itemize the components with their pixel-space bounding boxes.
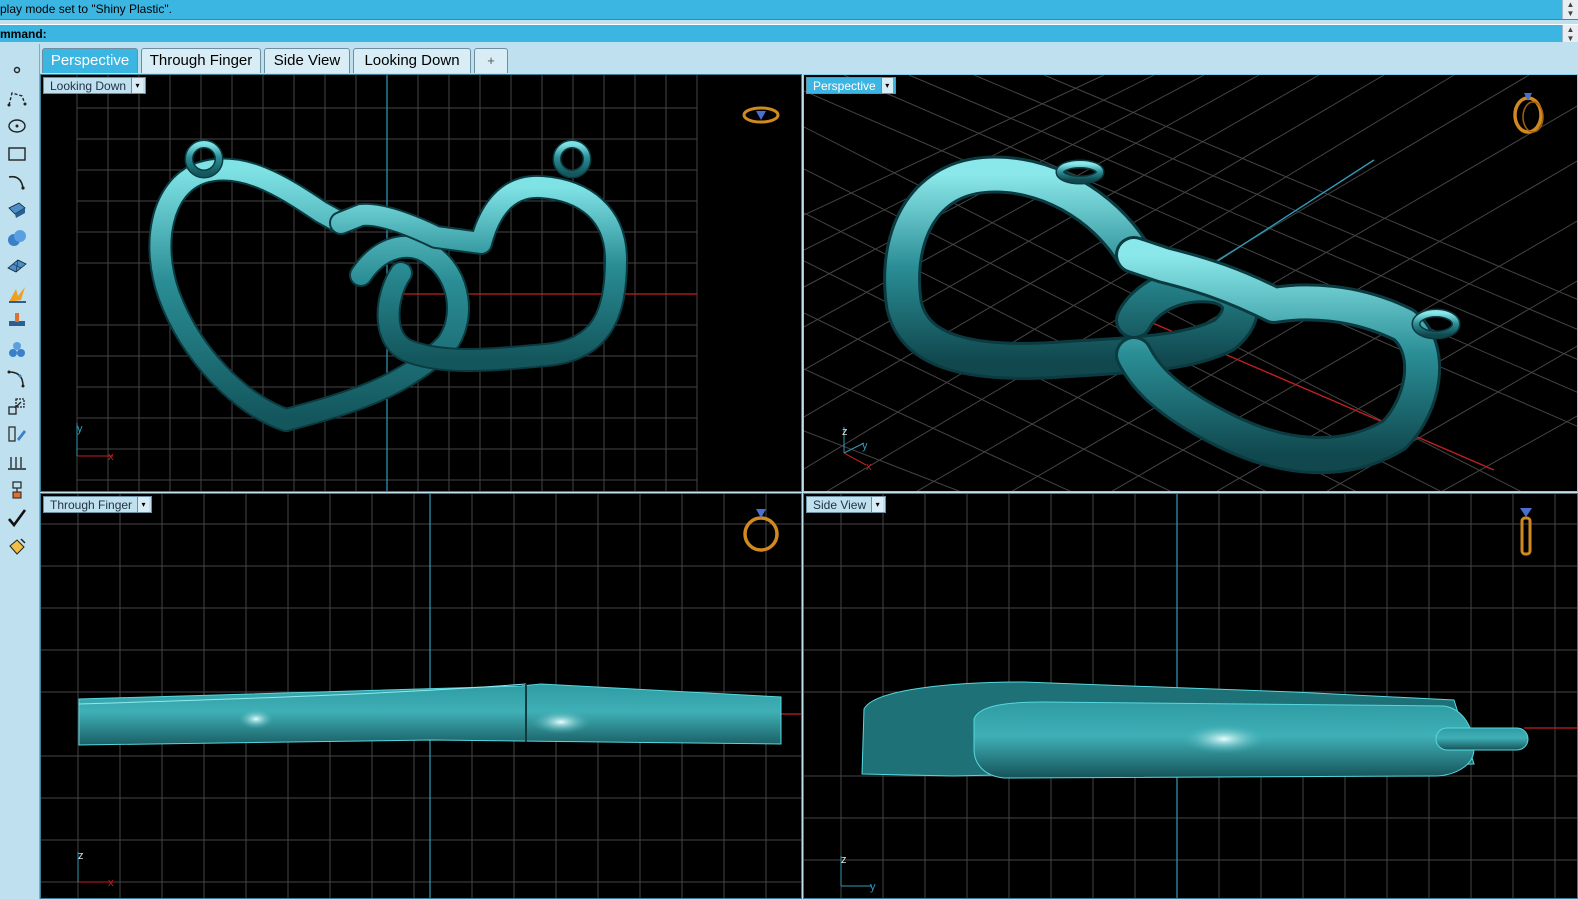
render-bucket-icon[interactable] bbox=[4, 534, 30, 558]
light-burst-icon[interactable] bbox=[4, 282, 30, 306]
axis-y-label: y bbox=[77, 423, 83, 435]
bend-icon[interactable] bbox=[4, 366, 30, 390]
command-prompt[interactable]: mmand: ▲ ▼ bbox=[0, 24, 1578, 42]
viewport-dropdown-icon[interactable]: ▾ bbox=[880, 78, 893, 93]
viewport-tabstrip: Perspective Through Finger Side View Loo… bbox=[40, 44, 1578, 74]
viewport-through-finger[interactable]: z x Through Finger ▾ bbox=[40, 493, 802, 899]
add-tab-button[interactable]: + bbox=[474, 48, 508, 73]
side-view-canvas: z y bbox=[804, 494, 1577, 898]
axis-y-label: y bbox=[870, 881, 876, 893]
prompt-scrollbar[interactable]: ▲ ▼ bbox=[1562, 25, 1578, 42]
gumball-icon[interactable] bbox=[4, 478, 30, 502]
circle-icon[interactable] bbox=[4, 114, 30, 138]
viewport-dropdown-icon[interactable]: ▾ bbox=[131, 78, 144, 93]
heart-pendant-side-view bbox=[861, 681, 1529, 779]
through-finger-canvas: z x bbox=[41, 494, 801, 898]
looking-down-canvas: y x bbox=[76, 75, 780, 491]
rhino-matrix-window: play mode set to "Shiny Plastic". ▲ ▼ mma… bbox=[0, 0, 1578, 899]
viewport-label-perspective[interactable]: Perspective ▾ bbox=[806, 77, 896, 94]
axis-z-label: z bbox=[841, 854, 847, 866]
command-history-text: play mode set to "Shiny Plastic". bbox=[0, 2, 172, 16]
perspective-canvas: z y x bbox=[804, 75, 1577, 491]
viewport-perspective[interactable]: z y x Perspective ▾ bbox=[803, 74, 1578, 492]
tab-looking-down[interactable]: Looking Down bbox=[353, 48, 471, 73]
tab-side-view[interactable]: Side View bbox=[264, 48, 350, 73]
axis-x-label: x bbox=[108, 451, 114, 463]
group-spheres-icon[interactable] bbox=[4, 338, 30, 362]
rectangle-icon[interactable] bbox=[4, 142, 30, 166]
axis-y-label: y bbox=[862, 440, 868, 452]
axis-x-label: x bbox=[108, 877, 114, 889]
viewport-dropdown-icon[interactable]: ▾ bbox=[871, 497, 884, 512]
left-toolbar bbox=[0, 44, 40, 899]
history-scrollbar[interactable]: ▲ ▼ bbox=[1562, 0, 1578, 19]
viewport-label-looking-down[interactable]: Looking Down ▾ bbox=[43, 77, 147, 94]
viewport-label-text: Perspective bbox=[813, 79, 876, 93]
viewport-label-side-view[interactable]: Side View ▾ bbox=[806, 496, 887, 513]
axis-z-label: z bbox=[842, 426, 848, 438]
ring-top-icon[interactable] bbox=[742, 106, 780, 124]
heart-pendant-top-view bbox=[148, 139, 628, 432]
ring-3d-icon[interactable] bbox=[1513, 93, 1544, 134]
array-icon[interactable] bbox=[4, 450, 30, 474]
viewport-label-text: Side View bbox=[813, 498, 867, 512]
viewport-dropdown-icon[interactable]: ▾ bbox=[137, 497, 150, 512]
tab-perspective[interactable]: Perspective bbox=[42, 48, 138, 73]
polyline-icon[interactable] bbox=[4, 86, 30, 110]
command-prompt-label: mmand: bbox=[0, 27, 47, 41]
axis-x-label: x bbox=[866, 461, 872, 473]
dimension-icon[interactable] bbox=[4, 308, 30, 332]
scale-icon[interactable] bbox=[4, 394, 30, 418]
ruler-edit-icon[interactable] bbox=[4, 422, 30, 446]
heart-pendant-front-view bbox=[78, 683, 782, 746]
mesh-plane-icon[interactable] bbox=[4, 254, 30, 278]
viewport-side-view[interactable]: z y Side View ▾ bbox=[803, 493, 1578, 899]
viewport-label-through-finger[interactable]: Through Finger ▾ bbox=[43, 496, 153, 513]
ring-side-icon[interactable] bbox=[1520, 508, 1532, 556]
heart-pendant-perspective bbox=[883, 155, 1461, 475]
surface-icon[interactable] bbox=[4, 198, 30, 222]
tab-through-finger[interactable]: Through Finger bbox=[141, 48, 261, 73]
axis-z-label: z bbox=[78, 850, 84, 862]
curve-icon[interactable] bbox=[4, 170, 30, 194]
viewport-label-text: Through Finger bbox=[50, 498, 133, 512]
solid-spheres-icon[interactable] bbox=[4, 226, 30, 250]
command-history: play mode set to "Shiny Plastic". ▲ ▼ bbox=[0, 0, 1578, 20]
ring-front-icon[interactable] bbox=[743, 509, 779, 552]
viewport-label-text: Looking Down bbox=[50, 79, 127, 93]
viewport-looking-down[interactable]: y x Looking Down ▾ bbox=[40, 74, 802, 492]
point-icon[interactable] bbox=[4, 58, 30, 82]
checkmark-icon[interactable] bbox=[4, 506, 30, 530]
